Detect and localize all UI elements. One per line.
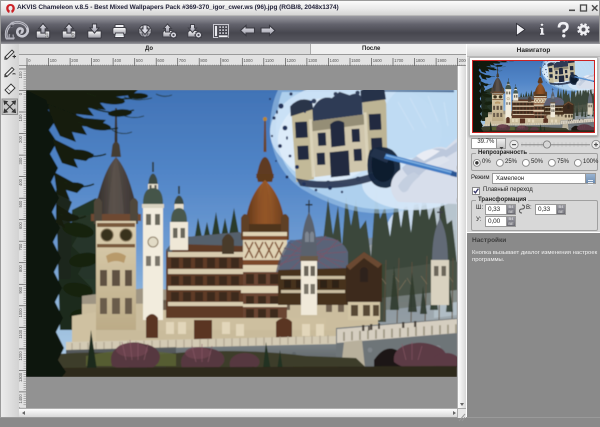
svg-text:600: 600 [19, 221, 23, 229]
svg-text:1400: 1400 [19, 394, 23, 404]
svg-text:1100: 1100 [265, 58, 275, 63]
svg-text:1000: 1000 [244, 58, 254, 63]
svg-text:0: 0 [28, 58, 31, 63]
svg-text:800: 800 [200, 58, 208, 63]
svg-text:2: 2 [71, 33, 75, 40]
svg-text:400: 400 [114, 58, 122, 63]
svg-text:700: 700 [179, 58, 187, 63]
svg-text:300: 300 [19, 157, 23, 165]
svg-text:0: 0 [19, 92, 23, 95]
svg-text:1700: 1700 [394, 58, 404, 63]
svg-text:900: 900 [19, 286, 23, 294]
svg-text:100: 100 [50, 58, 58, 63]
svg-text:600: 600 [157, 58, 165, 63]
svg-text:900: 900 [222, 58, 230, 63]
svg-text:1100: 1100 [19, 329, 23, 339]
svg-text:200: 200 [19, 135, 23, 143]
svg-text:1800: 1800 [416, 58, 426, 63]
svg-text:1300: 1300 [19, 372, 23, 382]
svg-text:500: 500 [19, 200, 23, 208]
svg-text:1: 1 [45, 33, 49, 40]
svg-text:1200: 1200 [19, 351, 23, 361]
svg-text:2000: 2000 [459, 58, 466, 63]
svg-text:1500: 1500 [351, 58, 361, 63]
svg-text:1200: 1200 [287, 58, 297, 63]
svg-text:200: 200 [71, 58, 79, 63]
svg-text:100: 100 [19, 71, 23, 79]
svg-text:1600: 1600 [373, 58, 383, 63]
svg-text:300: 300 [93, 58, 101, 63]
svg-text:800: 800 [19, 264, 23, 272]
svg-text:1300: 1300 [308, 58, 318, 63]
svg-text:500: 500 [136, 58, 144, 63]
svg-text:1400: 1400 [330, 58, 340, 63]
svg-text:1900: 1900 [437, 58, 447, 63]
svg-text:700: 700 [19, 243, 23, 251]
svg-text:100: 100 [19, 114, 23, 122]
svg-text:1000: 1000 [19, 308, 23, 318]
svg-text:400: 400 [19, 178, 23, 186]
